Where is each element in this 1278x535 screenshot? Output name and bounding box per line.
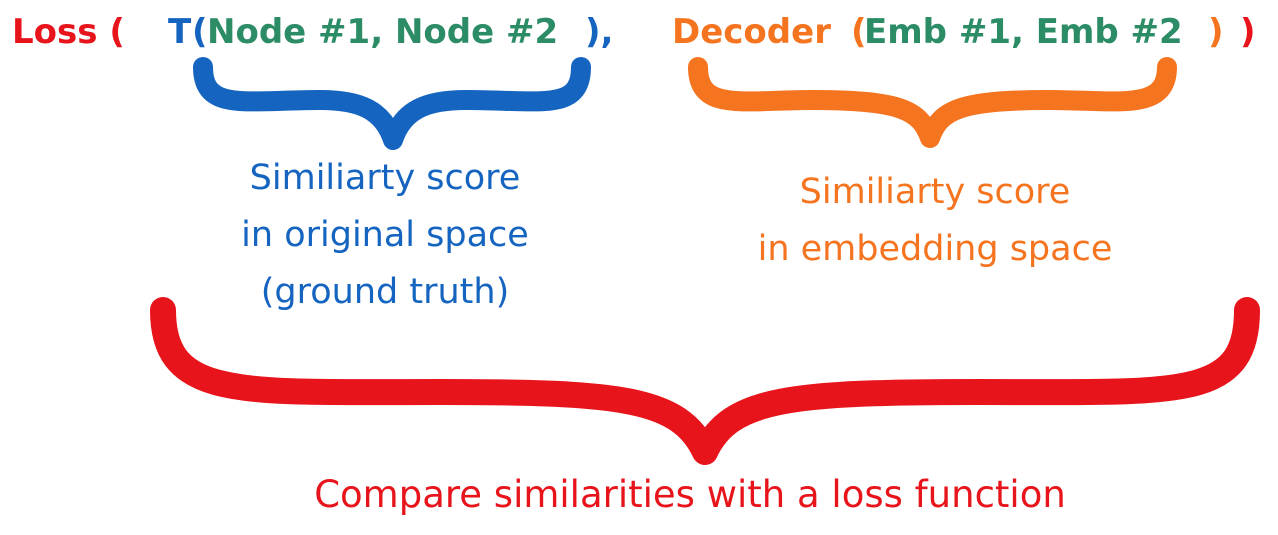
embedding-label-line2: in embedding space [757, 229, 1113, 269]
compare-label: Compare similarities with a loss functio… [314, 473, 1066, 516]
original-label-line1: Similiarty score [249, 158, 521, 198]
embedding-label-line1: Similiarty score [799, 172, 1071, 212]
original-space-label: Similiarty score in original space (grou… [195, 150, 575, 321]
embedding-space-label: Similiarty score in embedding space [710, 164, 1160, 278]
orange-brace [688, 57, 1177, 148]
original-label-line2: in original space [241, 215, 529, 255]
original-label-line3: (ground truth) [260, 272, 510, 312]
red-brace [150, 297, 1260, 465]
blue-brace [193, 57, 591, 150]
